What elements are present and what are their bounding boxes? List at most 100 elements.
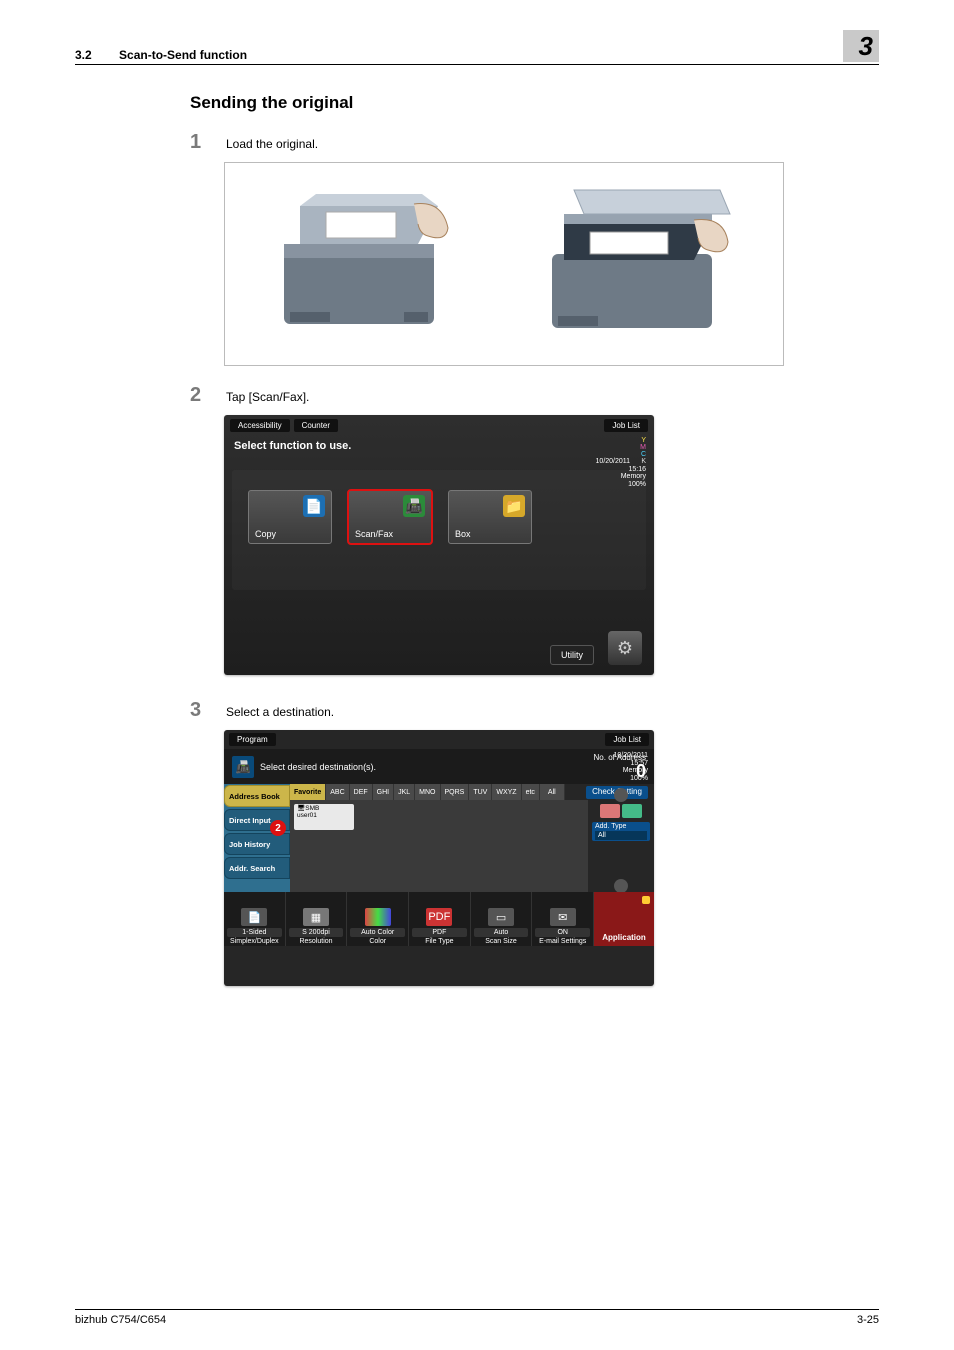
screen1-status: 10/20/2011 YMCK 15:16 Memory 100% — [596, 437, 646, 489]
section-title: Scan-to-Send function — [119, 48, 247, 62]
application-label: Application — [602, 933, 646, 942]
tab-job-list[interactable]: Job List — [604, 419, 648, 432]
b1-val: 1-Sided — [227, 928, 282, 937]
subheading: Sending the original — [190, 93, 879, 113]
b5-lbl: Scan Size — [485, 938, 517, 945]
view-grid-icon[interactable] — [600, 804, 620, 818]
tab-counter[interactable]: Counter — [294, 419, 338, 432]
printer-glass-illustration — [534, 184, 744, 344]
duplex-icon: 📄 — [241, 908, 267, 926]
page-footer: bizhub C754/C654 3-25 — [75, 1309, 879, 1326]
left-tab-panel: Address Book Direct Input Job History Ad… — [224, 784, 290, 892]
destination-grid: 🖥SMB user01 — [290, 800, 588, 892]
scan-fax-label: Scan/Fax — [355, 529, 425, 539]
b4-val: PDF — [412, 928, 467, 937]
scan-fax-icon: 📠 — [403, 495, 425, 517]
status-memory-pct: 100% — [628, 481, 646, 488]
toner-m-label: M — [632, 444, 646, 451]
color-button[interactable]: Auto Color Color — [347, 892, 409, 946]
application-button[interactable]: Application — [594, 892, 654, 946]
toner-y-label: Y — [632, 437, 646, 444]
b1-lbl: Simplex/Duplex — [230, 938, 279, 945]
screen2-instruction: Select desired destination(s). — [260, 762, 376, 772]
alpha-tuv[interactable]: TUV — [469, 784, 492, 800]
email-icon: ✉ — [550, 908, 576, 926]
screen-function-select: Accessibility Counter Job List Select fu… — [224, 415, 654, 675]
alpha-jkl[interactable]: JKL — [394, 784, 415, 800]
chapter-number-box: 3 — [843, 30, 879, 62]
addtype-label: Add. Type — [595, 823, 626, 830]
color-icon — [365, 908, 391, 926]
step-3-text: Select a destination. — [214, 705, 334, 719]
step-3-number: 3 — [190, 699, 214, 722]
tab-job-list-2[interactable]: Job List — [605, 733, 649, 746]
status-memory-label: Memory — [621, 473, 646, 480]
alpha-mno[interactable]: MNO — [415, 784, 440, 800]
step-2: 2 Tap [Scan/Fax]. — [190, 384, 879, 407]
status2-memory-pct: 100% — [630, 775, 648, 782]
scan-fax-button[interactable]: 📠 Scan/Fax — [348, 490, 432, 544]
scroll-up-icon[interactable] — [614, 788, 628, 802]
status-time: 15:16 — [628, 466, 646, 473]
settings-gear-icon[interactable]: ⚙ — [608, 631, 642, 665]
toner-k-label: K — [632, 458, 646, 465]
header-left: 3.2 Scan-to-Send function — [75, 48, 247, 62]
status2-memory-label: Memory — [623, 767, 648, 774]
view-list-icon[interactable] — [622, 804, 642, 818]
alpha-ghi[interactable]: GHI — [373, 784, 394, 800]
figure-load-original — [224, 162, 784, 366]
footer-page: 3-25 — [857, 1314, 879, 1326]
step-1-text: Load the original. — [214, 137, 318, 151]
box-button[interactable]: 📁 Box — [448, 490, 532, 544]
alpha-etc[interactable]: etc — [522, 784, 540, 800]
tab-address-book[interactable]: Address Book — [224, 785, 290, 807]
scan-size-icon: ▭ — [488, 908, 514, 926]
alpha-favorite[interactable]: Favorite — [290, 784, 326, 800]
step-2-number: 2 — [190, 384, 214, 407]
b6-val: ON — [535, 928, 590, 937]
utility-button[interactable]: Utility — [550, 645, 594, 665]
step-1: 1 Load the original. — [190, 131, 879, 154]
resolution-button[interactable]: ▦ S 200dpi Resolution — [286, 892, 348, 946]
destination-card-user01[interactable]: 🖥SMB user01 — [294, 804, 354, 830]
status2-time: 15:57 — [630, 760, 648, 767]
simplex-duplex-button[interactable]: 📄 1-Sided Simplex/Duplex — [224, 892, 286, 946]
b4-lbl: File Type — [425, 938, 453, 945]
status-date: 10/20/2011 — [596, 458, 631, 465]
footer-model: bizhub C754/C654 — [75, 1314, 166, 1326]
b5-val: Auto — [474, 928, 529, 937]
copy-label: Copy — [255, 529, 325, 539]
alpha-abc[interactable]: ABC — [326, 784, 349, 800]
dest-card-type: 🖥SMB — [297, 805, 351, 812]
b3-lbl: Color — [369, 938, 386, 945]
tab-job-history[interactable]: Job History — [224, 833, 290, 855]
b3-val: Auto Color — [350, 928, 405, 937]
address-type-selector[interactable]: Add. Type All — [592, 822, 650, 841]
file-type-button[interactable]: PDF PDF File Type — [409, 892, 471, 946]
email-settings-button[interactable]: ✉ ON E-mail Settings — [532, 892, 594, 946]
scroll-down-icon[interactable] — [614, 879, 628, 893]
dest-card-name: user01 — [297, 812, 351, 819]
box-icon: 📁 — [503, 495, 525, 517]
step-1-number: 1 — [190, 131, 214, 154]
tab-accessibility[interactable]: Accessibility — [230, 419, 290, 432]
screen1-title: Select function to use. — [224, 436, 654, 454]
page-header: 3.2 Scan-to-Send function 3 — [75, 30, 879, 65]
copy-icon: 📄 — [303, 495, 325, 517]
scan-size-button[interactable]: ▭ Auto Scan Size — [471, 892, 533, 946]
box-label: Box — [455, 529, 525, 539]
alpha-wxyz[interactable]: WXYZ — [492, 784, 521, 800]
resolution-icon: ▦ — [303, 908, 329, 926]
tab-program[interactable]: Program — [229, 733, 276, 746]
tab-addr-search[interactable]: Addr. Search — [224, 857, 290, 879]
b6-lbl: E-mail Settings — [539, 938, 586, 945]
pdf-icon: PDF — [426, 908, 452, 926]
alpha-all[interactable]: All — [540, 784, 565, 800]
alpha-filter-row: Favorite ABC DEF GHI JKL MNO PQRS TUV WX… — [290, 784, 588, 800]
toner-c-label: C — [632, 451, 646, 458]
status2-date: 10/20/2011 — [613, 752, 648, 759]
alpha-def[interactable]: DEF — [350, 784, 373, 800]
copy-button[interactable]: 📄 Copy — [248, 490, 332, 544]
step-2-text: Tap [Scan/Fax]. — [214, 390, 309, 404]
alpha-pqrs[interactable]: PQRS — [441, 784, 470, 800]
